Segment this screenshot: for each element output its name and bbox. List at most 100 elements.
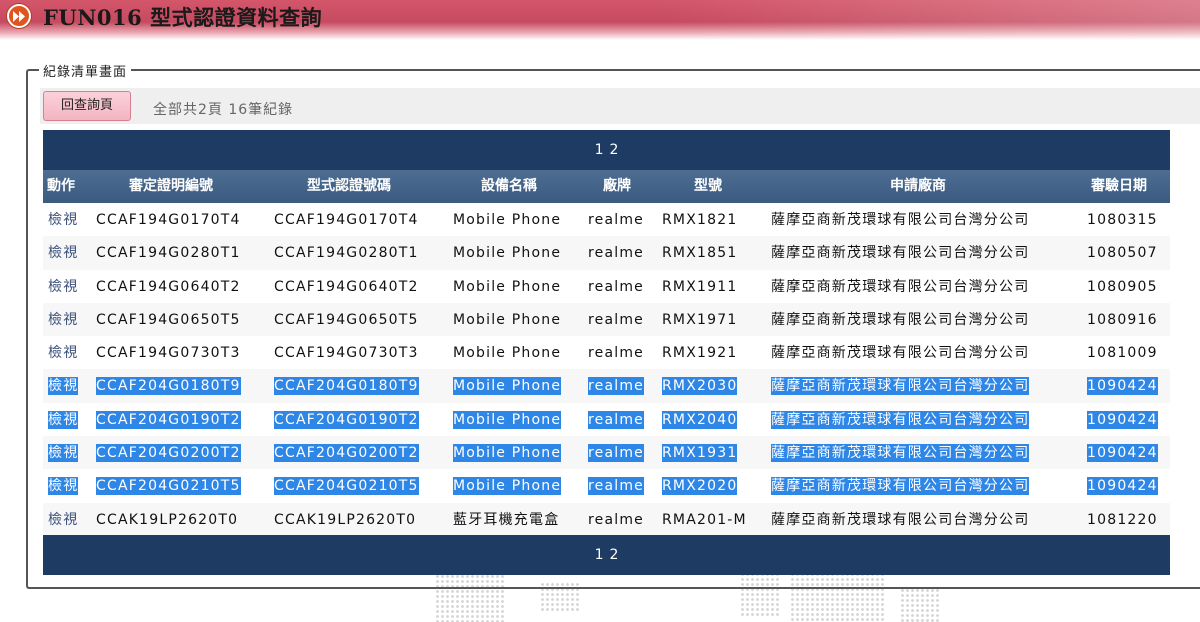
model: RMX2020: [662, 477, 738, 496]
applicant: 薩摩亞商新茂環球有限公司台灣分公司: [771, 212, 1030, 228]
page-link-1[interactable]: 1: [595, 547, 604, 563]
brand: realme: [588, 444, 644, 463]
pager-top: 12: [43, 130, 1170, 170]
brand: realme: [588, 511, 644, 528]
device-name: Mobile Phone: [453, 410, 562, 429]
approval-date: 1081220: [1087, 511, 1158, 528]
action-link[interactable]: 檢視: [48, 278, 78, 296]
action-link[interactable]: 檢視: [48, 211, 78, 229]
approval-date: 1081009: [1087, 345, 1158, 362]
cert-number: CCAF204G0180T9: [96, 377, 241, 396]
approval-date: 1080905: [1087, 278, 1158, 295]
action-link[interactable]: 檢視: [48, 377, 79, 396]
type-number: CCAF204G0180T9: [274, 377, 419, 396]
column-header-type-no: 型式認證號碼: [307, 178, 391, 194]
page-title: FUN016 型式認證資料查詢: [43, 5, 323, 30]
device-name: Mobile Phone: [453, 345, 562, 362]
column-header-model: 型號: [694, 178, 722, 194]
device-name: Mobile Phone: [453, 444, 562, 463]
model: RMX1921: [662, 345, 738, 362]
type-number: CCAF194G0730T3: [274, 345, 419, 362]
type-number: CCAF194G0640T2: [274, 278, 419, 295]
approval-date: 1080916: [1087, 311, 1158, 328]
approval-date: 1090424: [1087, 410, 1158, 429]
table-row: 檢視 CCAK19LP2620T0 CCAK19LP2620T0 藍牙耳機充電盒 rea…: [43, 502, 1170, 536]
action-link[interactable]: 檢視: [48, 444, 79, 463]
type-number: CCAF194G0170T4: [274, 212, 419, 228]
approval-date: 1090424: [1087, 377, 1158, 396]
device-name: Mobile Phone: [453, 477, 562, 496]
table-body: 檢視 CCAF194G0170T4 CCAF194G0170T4 Mobile Pho…: [43, 203, 1170, 536]
brand: realme: [588, 477, 644, 496]
model: RMA201-M: [662, 511, 747, 528]
cert-number: CCAF204G0190T2: [96, 410, 241, 429]
table-header: 動作 審定證明編號 型式認證號碼 設備名稱 廠牌 型號 申請廠商 審驗日期: [43, 170, 1170, 203]
device-name: Mobile Phone: [453, 212, 562, 228]
action-link[interactable]: 檢視: [48, 410, 79, 429]
table-row: 檢視 CCAF194G0170T4 CCAF194G0170T4 Mobile Pho…: [43, 203, 1170, 236]
table-row: 檢視 CCAF194G0650T5 CCAF194G0650T5 Mobile Pho…: [43, 302, 1170, 337]
table-row: 檢視 CCAF204G0180T9 CCAF204G0180T9 Mobile Pho…: [43, 369, 1170, 403]
applicant: 薩摩亞商新茂環球有限公司台灣分公司: [771, 345, 1030, 362]
table-row: 檢視 CCAF194G0730T3 CCAF194G0730T3 Mobile Pho…: [43, 336, 1170, 369]
record-summary: 全部共2頁 16筆紀錄: [153, 102, 294, 118]
column-header-device: 設備名稱: [481, 178, 537, 194]
applicant: 薩摩亞商新茂環球有限公司台灣分公司: [771, 477, 1030, 496]
approval-date: 1090424: [1087, 477, 1158, 496]
model: RMX2030: [662, 377, 738, 396]
page-link-1[interactable]: 1: [595, 142, 604, 158]
device-name: Mobile Phone: [453, 311, 562, 328]
action-link[interactable]: 檢視: [48, 344, 78, 362]
applicant: 薩摩亞商新茂環球有限公司台灣分公司: [771, 311, 1030, 328]
column-header-cert-no: 審定證明編號: [129, 178, 213, 194]
table-row: 檢視 CCAF194G0640T2 CCAF194G0640T2 Mobile Pho…: [43, 270, 1170, 303]
cert-number: CCAF194G0640T2: [96, 278, 241, 295]
action-link[interactable]: 檢視: [48, 311, 78, 329]
device-name: Mobile Phone: [453, 278, 562, 295]
cert-number: CCAK19LP2620T0: [96, 511, 239, 528]
cert-number: CCAF194G0280T1: [96, 245, 241, 262]
cert-number: CCAF204G0210T5: [96, 477, 241, 496]
brand: realme: [588, 311, 644, 328]
applicant: 薩摩亞商新茂環球有限公司台灣分公司: [771, 245, 1030, 262]
approval-date: 1080315: [1087, 212, 1158, 228]
model: RMX1821: [662, 212, 738, 228]
cert-number: CCAF194G0170T4: [96, 212, 241, 228]
table-row: 檢視 CCAF194G0280T1 CCAF194G0280T1 Mobile Pho…: [43, 236, 1170, 270]
type-number: CCAF194G0650T5: [274, 311, 419, 328]
column-header-date: 審驗日期: [1091, 178, 1147, 194]
page-link-2[interactable]: 2: [610, 142, 619, 158]
brand: realme: [588, 212, 644, 228]
pager-bottom: 12: [43, 535, 1170, 575]
model: RMX1851: [662, 245, 738, 262]
approval-date: 1090424: [1087, 444, 1158, 463]
column-header-action: 動作: [47, 178, 75, 194]
type-number: CCAF194G0280T1: [274, 245, 419, 262]
type-number: CCAF204G0200T2: [274, 444, 419, 463]
column-header-brand: 廠牌: [603, 178, 631, 194]
applicant: 薩摩亞商新茂環球有限公司台灣分公司: [771, 444, 1030, 463]
applicant: 薩摩亞商新茂環球有限公司台灣分公司: [771, 511, 1030, 528]
fast-forward-icon: [7, 4, 31, 28]
device-name: Mobile Phone: [453, 377, 562, 396]
table-row: 檢視 CCAF204G0190T2 CCAF204G0190T2 Mobile Pho…: [43, 403, 1170, 436]
action-link[interactable]: 檢視: [48, 477, 79, 496]
record-list-legend: 紀錄清單畫面: [39, 61, 132, 80]
action-link[interactable]: 檢視: [48, 244, 78, 262]
table-row: 檢視 CCAF204G0210T5 CCAF204G0210T5 Mobile Pho…: [43, 469, 1170, 502]
applicant: 薩摩亞商新茂環球有限公司台灣分公司: [771, 377, 1030, 396]
model: RMX1931: [662, 444, 738, 463]
page-link-2[interactable]: 2: [610, 547, 619, 563]
back-to-search-button[interactable]: 回查詢頁: [43, 91, 131, 121]
cert-number: CCAF204G0200T2: [96, 444, 241, 463]
model: RMX1911: [662, 278, 738, 295]
applicant: 薩摩亞商新茂環球有限公司台灣分公司: [771, 278, 1030, 295]
type-number: CCAK19LP2620T0: [274, 511, 417, 528]
brand: realme: [588, 245, 644, 262]
action-link[interactable]: 檢視: [48, 511, 78, 529]
device-name: Mobile Phone: [453, 245, 562, 262]
model: RMX1971: [662, 311, 738, 328]
type-number: CCAF204G0190T2: [274, 410, 419, 429]
cert-number: CCAF194G0730T3: [96, 345, 241, 362]
brand: realme: [588, 345, 644, 362]
